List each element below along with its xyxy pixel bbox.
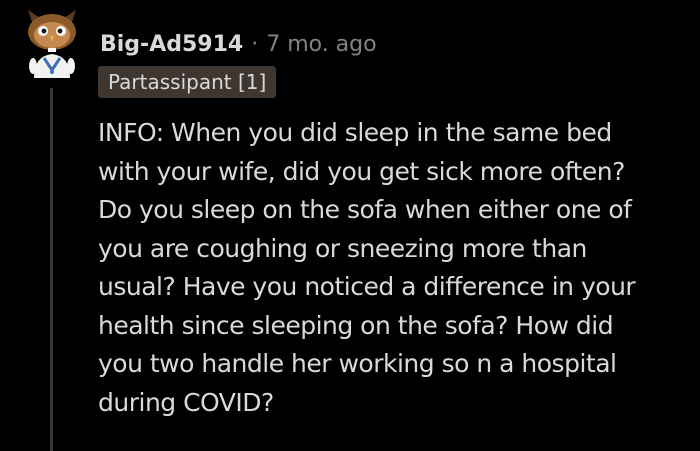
user-avatar[interactable] [24, 8, 80, 80]
comment-body-line: during COVID? [98, 387, 274, 417]
comment-body-line: health since sleeping on the sofa? How d… [98, 310, 614, 340]
comment-body: INFO: When you did sleep in the same bed… [98, 114, 688, 422]
timestamp-link[interactable]: 7 mo. ago [266, 32, 376, 57]
meta-separator: · [251, 31, 259, 57]
comment: Big-Ad5914 · 7 mo. ago Partassipant [1] … [0, 0, 700, 451]
snoo-avatar-icon [28, 10, 76, 78]
comment-body-line: you two handle her working so n a hospit… [98, 349, 617, 378]
comment-body-line: Do you sleep on the sofa when either one… [98, 195, 632, 224]
comment-body-line: you are coughing or sneezing more than [98, 233, 587, 263]
username-link[interactable]: Big-Ad5914 [100, 32, 243, 57]
comment-body-line: INFO: When you did sleep in the same bed [98, 118, 612, 147]
thread-collapse-line[interactable] [50, 88, 53, 451]
comment-body-line: usual? Have you noticed a difference in … [98, 272, 636, 301]
user-flair: Partassipant [1] [98, 66, 277, 98]
comment-body-line: with your wife, did you get sick more of… [98, 156, 625, 186]
comment-meta: Big-Ad5914 · 7 mo. ago [100, 30, 377, 58]
